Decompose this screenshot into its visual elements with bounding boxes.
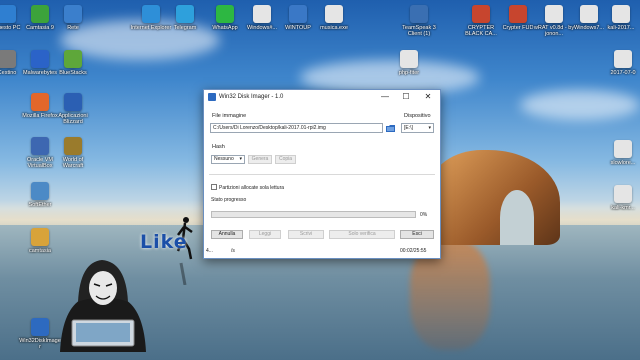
image-file-input[interactable]: C:/Users/Di Lorenzo/Desktop/kali-2017.01… [210,123,383,133]
file-group-label: File immagine [212,113,247,119]
telegram-icon [176,5,194,23]
virtualbox-icon [31,137,49,155]
window-title: Win32 Disk Imager - 1.0 [219,94,284,100]
desktop-icon[interactable]: World of Warcraft [52,137,94,177]
progress-percent: 0% [420,212,428,218]
bluestacks-icon [64,50,82,68]
exit-button[interactable]: Esci [400,230,434,239]
network-icon [64,5,82,23]
desktop-icon[interactable]: Rete [52,5,94,45]
file-icon [614,50,632,68]
browse-folder-icon[interactable] [385,123,396,133]
desktop-icon-label: kali-2017... [607,25,635,31]
file-icon [253,5,271,23]
file-icon [614,185,632,203]
teamspeak-icon [410,5,428,23]
device-value: [E:\] [404,125,413,131]
computer-icon [0,5,16,23]
file-icon [325,5,343,23]
desktop-icon[interactable]: BlueStacks [52,50,94,90]
desktop-icon-label: WhatsApp [212,25,238,31]
desktop-icon[interactable]: php-fiter [388,50,430,90]
file-icon [614,140,632,158]
desktop-icon-label: TeamSpeak 3 Client (1) [402,25,436,37]
device-select[interactable]: [E:\] ▾ [401,123,434,133]
separator [209,174,435,175]
disk-imager-icon [31,318,49,336]
desktop-icon-label: Applicazioni Blizzard [58,113,88,125]
malwarebytes-icon [31,50,49,68]
chevron-down-icon: ▾ [239,156,242,162]
write-button[interactable]: Scrivi [288,230,324,239]
title-bar[interactable]: Win32 Disk Imager - 1.0 — ☐ ✕ [204,90,440,104]
generate-button[interactable]: Genera [248,155,272,164]
recycle-bin-icon [0,50,16,68]
read-only-checkbox-label: Partizioni allocate sola lettura [219,185,285,191]
desktop-icon-label: slowlore... [610,160,636,166]
rock-arch [430,130,560,245]
whatsapp-icon [216,5,234,23]
minimize-button[interactable]: — [378,92,392,102]
status-time: 00:02/25:55 [400,248,427,254]
cancel-button[interactable]: Annulla [211,230,243,239]
disk-imager-icon [208,93,216,101]
close-button[interactable]: ✕ [421,92,435,102]
desktop-icon-label: SoftEther [28,202,52,208]
hacker-logo [60,260,146,352]
like-overlay-text: Like [140,231,188,253]
crypter-icon [472,5,490,23]
desktop-icon[interactable]: kali-2017... [600,5,640,45]
hash-select[interactable]: Nessuno ▾ [211,155,245,164]
file-icon [545,5,563,23]
maximize-button[interactable]: ☐ [399,92,413,102]
desktop-icon[interactable]: SoftEther [19,182,61,222]
copy-button[interactable]: Copia [275,155,296,164]
desktop-icon[interactable]: WhatsApp [204,5,246,45]
status-speed: 4... [206,248,213,254]
camtasia-icon [31,5,49,23]
file-icon [612,5,630,23]
progress-label: Stato progresso [211,197,247,203]
wow-icon [64,137,82,155]
file-icon [400,50,418,68]
desktop-icon-label: World of Warcraft [62,157,84,169]
desktop-icon[interactable]: TeamSpeak 3 Client (1) [398,5,440,45]
firefox-icon [31,93,49,111]
desktop-icon-label: BlueStacks [59,70,87,76]
progress-bar [211,211,416,218]
desktop-icon-label: Rete [67,25,79,31]
desktop-icon[interactable]: Applicazioni Blizzard [52,93,94,133]
desktop-icon-label: kali-kmr... [611,205,635,211]
desktop-icon[interactable]: slowlore... [602,140,640,180]
desktop-icon[interactable]: kali-kmr... [602,185,640,225]
desktop-icon[interactable]: musica.exe [313,5,355,45]
softether-icon [31,182,49,200]
folder-icon [31,228,49,246]
crypter-icon [509,5,527,23]
desktop-icon-label: Telegram [173,25,197,31]
ie-icon [142,5,160,23]
status-speed-unit: /s [231,248,235,254]
device-group-label: Dispositivo [404,113,431,119]
desktop-icon[interactable]: CRYPTER BLACK CA... [460,5,502,45]
file-icon [580,5,598,23]
win32-disk-imager-window: Win32 Disk Imager - 1.0 — ☐ ✕ File immag… [203,89,441,259]
read-button[interactable]: Leggi [249,230,281,239]
desktop-icon[interactable]: 2017-07-0 [602,50,640,90]
desktop-icon-label: CRYPTER BLACK CA... [465,25,497,37]
hash-select-value: Nessuno [214,156,234,162]
desktop-icon-label: php-fiter [398,70,420,76]
desktop-icon[interactable]: Telegram [164,5,206,45]
desktop-icon-label: musica.exe [320,25,348,31]
desktop-icon-label: 2017-07-0 [610,70,636,76]
blizzard-icon [64,93,82,111]
hash-label: Hash [212,144,225,150]
cloud [520,90,640,120]
verify-only-button[interactable]: Solo verifica [329,230,395,239]
chevron-down-icon: ▾ [428,125,431,131]
read-only-checkbox[interactable] [211,184,217,190]
winto-icon [289,5,307,23]
